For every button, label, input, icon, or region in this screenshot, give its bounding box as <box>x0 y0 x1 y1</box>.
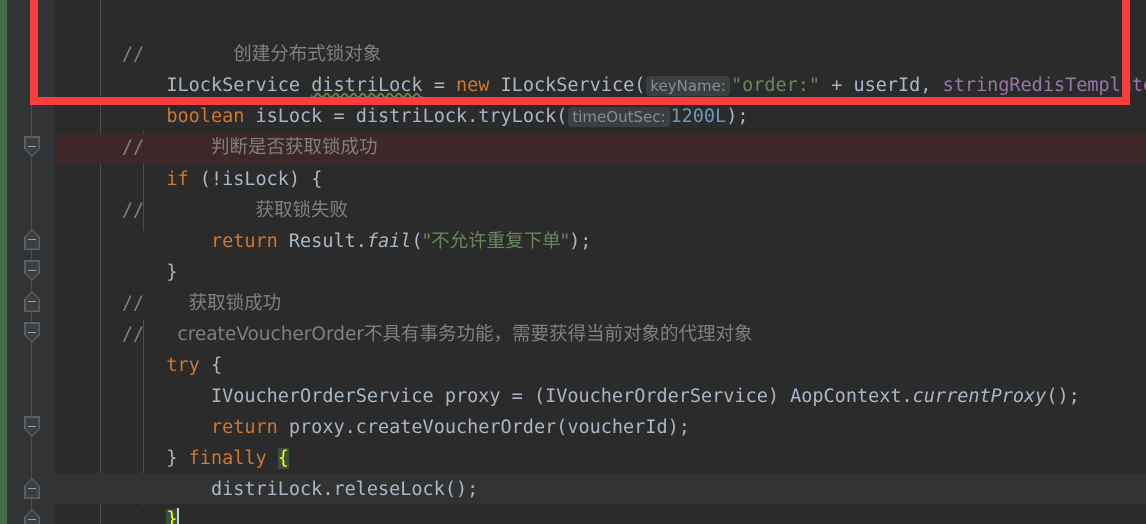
token-string-no-duplicate-order: "不允许重复下单" <box>422 231 570 253</box>
token-paren-close-semi: ); <box>569 231 592 253</box>
editor-gutter[interactable] <box>7 0 55 524</box>
token-keyword-new: new <box>456 75 490 97</box>
token-type-ilockservice: ILockService <box>166 75 301 97</box>
fold-marker-if-start[interactable] <box>24 136 40 157</box>
token-proxy-eq: proxy = ( <box>433 386 546 408</box>
code-line-close-method[interactable]: } <box>55 504 1146 524</box>
token-type-ivoucherorderservice: IVoucherOrderService <box>210 386 434 408</box>
token-equals-2: = <box>322 106 356 128</box>
token-call-releselock: distriLock.releseLock(); <box>210 479 479 501</box>
fold-marker-method-end[interactable] <box>24 509 40 524</box>
code-editor[interactable]: // 创建分布式锁对象 ILockService distriLock = ne… <box>0 0 1146 524</box>
token-try-brace: { <box>199 355 223 377</box>
token-number-1200l: 1200L <box>670 106 727 128</box>
token-keyword-try: try <box>166 355 200 377</box>
comment-slashes-5: // <box>121 324 145 346</box>
comment-slashes: // <box>121 44 145 66</box>
token-field-stringredistemplate: stringRedisTemplate <box>942 75 1146 97</box>
token-string-order: "order:" <box>730 75 821 97</box>
vcs-change-marker[interactable] <box>0 0 7 524</box>
code-content-area[interactable]: // 创建分布式锁对象 ILockService distriLock = ne… <box>55 0 1146 524</box>
token-keyword-return: return <box>210 231 278 253</box>
comment-text-proxy: createVoucherOrder不具有事务功能，需要获得当前对象的代理对象 <box>177 324 753 346</box>
token-plus-userid: + userId <box>820 75 921 97</box>
inlay-hint-timeoutsec[interactable]: timeOutSec: <box>568 107 670 128</box>
token-brace-open-finally-matched: { <box>277 448 289 470</box>
token-comma: , <box>920 75 943 97</box>
token-equals: = <box>422 75 456 97</box>
text-caret <box>176 508 179 524</box>
token-if-condition: (!isLock) { <box>188 169 323 191</box>
inlay-hint-keyname[interactable]: keyName: <box>646 76 730 97</box>
comment-slashes-2: // <box>121 137 145 159</box>
token-method-fail: fail <box>366 231 412 253</box>
comment-text-check-lock: 判断是否获取锁成功 <box>210 137 378 159</box>
token-proxy-create-call: proxy.createVoucherOrder(voucherId); <box>277 417 690 439</box>
fold-marker-finally-start[interactable] <box>24 416 40 437</box>
comment-slashes-3: // <box>121 200 145 222</box>
comment-text-lock-success: 获取锁成功 <box>188 293 282 315</box>
token-class-result: Result. <box>277 231 367 253</box>
code-line-comment-create-lock[interactable]: // 创建分布式锁对象 <box>55 8 1146 65</box>
token-cast-ivoucherorderservice: IVoucherOrderService <box>545 386 768 408</box>
token-close-semi-2: ); <box>726 106 749 128</box>
fold-marker-comment-start[interactable] <box>24 260 40 281</box>
fold-marker-try-start[interactable] <box>24 322 40 343</box>
token-method-currentproxy: currentProxy <box>912 386 1047 408</box>
comment-text-create-lock: 创建分布式锁对象 <box>233 44 382 66</box>
token-keyword-boolean: boolean <box>166 106 245 128</box>
token-call-trylock: distriLock.tryLock( <box>355 106 568 128</box>
token-aopcontext: ) AopContext. <box>767 386 913 408</box>
token-brace-close-try: } <box>166 448 189 470</box>
comment-slashes-4: // <box>121 293 145 315</box>
token-keyword-return-2: return <box>210 417 278 439</box>
token-var-distrilock: distriLock <box>311 75 423 97</box>
token-var-islock: isLock <box>244 106 323 128</box>
fold-marker-finally-end[interactable] <box>24 478 40 499</box>
token-paren-open: ( <box>411 231 423 253</box>
token-currentproxy-call: (); <box>1046 386 1080 408</box>
token-brace-close-if: } <box>166 262 178 284</box>
token-ctor-ilockservice: ILockService( <box>489 75 646 97</box>
fold-marker-comment-end[interactable] <box>24 291 40 312</box>
comment-text-lock-failed: 获取锁失败 <box>255 200 349 222</box>
token-keyword-if: if <box>166 169 189 191</box>
code-line-comment-lock-success[interactable]: // 获取锁成功 <box>55 257 1146 314</box>
token-keyword-finally: finally <box>188 448 267 470</box>
fold-marker-if-end[interactable] <box>24 229 40 250</box>
